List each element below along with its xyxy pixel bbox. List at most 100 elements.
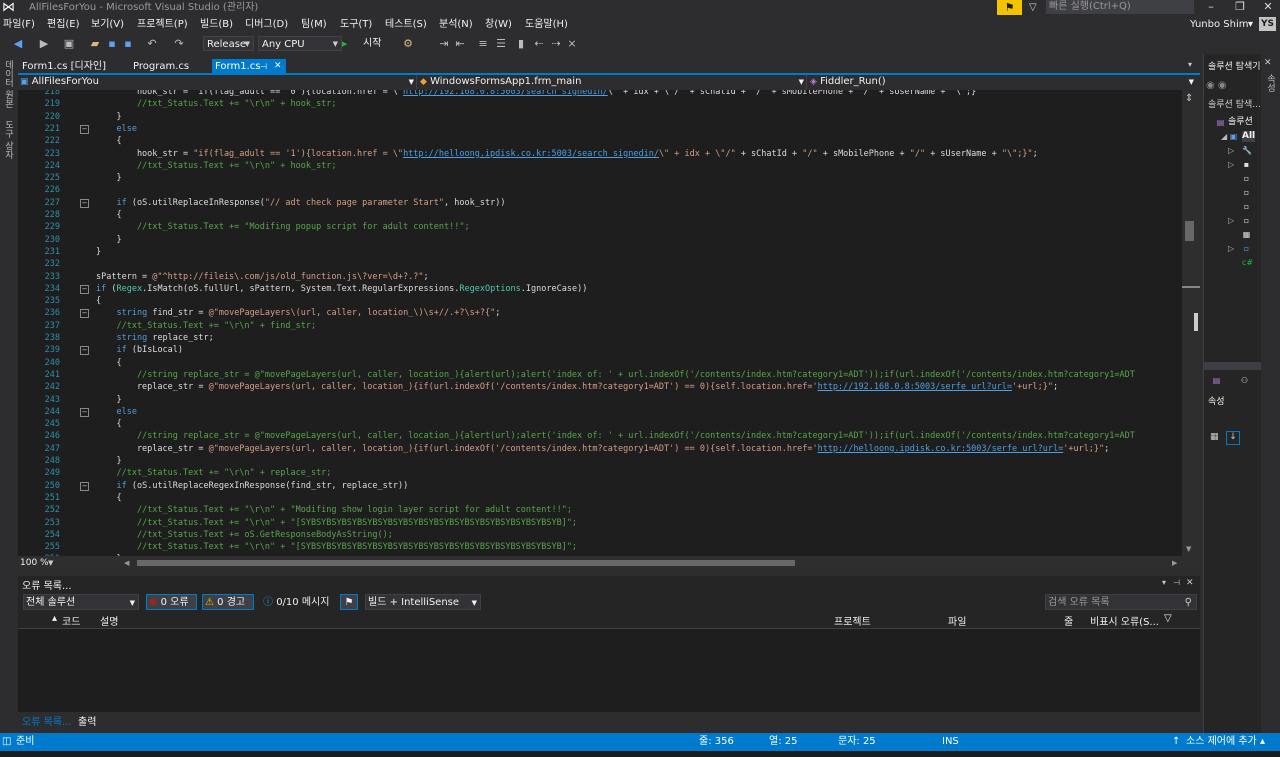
- code-line[interactable]: {: [96, 357, 121, 369]
- panel-pin-icon[interactable]: ⊣: [1173, 578, 1180, 587]
- solution-explorer-tab[interactable]: 솔루션 탐색기: [1208, 62, 1261, 73]
- zoom-level[interactable]: 100 %: [20, 558, 49, 568]
- error-list-grid[interactable]: [18, 628, 1200, 713]
- config-select[interactable]: Release ▼: [203, 36, 254, 51]
- fold-toggle-icon[interactable]: −: [80, 481, 89, 491]
- solution-node[interactable]: 솔루션: [1228, 117, 1253, 128]
- tab-program[interactable]: Program.cs: [133, 59, 203, 74]
- code-line[interactable]: }: [96, 455, 121, 467]
- team-explorer-icon[interactable]: ⚇: [1240, 376, 1249, 385]
- step-over-icon[interactable]: ⇤: [453, 37, 467, 51]
- scroll-down-icon[interactable]: ▼: [1186, 545, 1191, 553]
- column-file[interactable]: 파일: [948, 613, 966, 628]
- code-line[interactable]: //txt_Status.Text += "\r\n" + "[SYBSYBSY…: [96, 541, 577, 553]
- alphabetical-icon[interactable]: ↓: [1226, 431, 1240, 445]
- code-line[interactable]: //string replace_str = @"movePageLayers(…: [96, 430, 1135, 442]
- code-line[interactable]: {: [96, 418, 121, 430]
- code-line[interactable]: if (Regex.IsMatch(oS.fullUrl, sPattern, …: [96, 283, 587, 295]
- code-line[interactable]: //txt_Status.Text += "\r\n" + "[SYBSYBSY…: [96, 517, 577, 529]
- solution-hscrollbar[interactable]: [1204, 362, 1261, 370]
- code-line[interactable]: {: [96, 295, 101, 307]
- menu-tools[interactable]: 도구(T): [340, 17, 372, 32]
- code-line[interactable]: //string replace_str = @"movePageLayers(…: [96, 369, 1135, 381]
- tab-error-list[interactable]: 오류 목록...: [22, 713, 72, 728]
- categorized-icon[interactable]: ▦: [1210, 432, 1222, 444]
- platform-select[interactable]: Any CPU ▼: [258, 36, 342, 51]
- minimize-icon[interactable]: –: [1200, 0, 1222, 15]
- collapse-arrow-icon[interactable]: ▷: [1228, 146, 1234, 155]
- menu-edit[interactable]: 편집(E): [47, 17, 80, 32]
- chevron-down-icon[interactable]: ▼: [48, 559, 53, 567]
- scope-select[interactable]: 전체 솔루션 ▼: [23, 594, 139, 610]
- project-node[interactable]: All: [1242, 131, 1256, 142]
- column-description[interactable]: 설명: [100, 613, 118, 628]
- close-icon[interactable]: ✕: [1264, 58, 1272, 68]
- panel-menu-icon[interactable]: ▾: [1162, 578, 1166, 587]
- menu-debug[interactable]: 디버그(D): [245, 17, 288, 32]
- messages-filter-button[interactable]: ⓘ 0/10 메시지: [260, 594, 334, 610]
- fold-toggle-icon[interactable]: −: [80, 284, 89, 294]
- tab-form1-designer[interactable]: Form1.cs [디자인]: [22, 59, 122, 74]
- column-line[interactable]: 줄: [1064, 613, 1073, 628]
- class-nav-select[interactable]: ◆ WindowsFormsApp1.frm_main ▼: [420, 75, 807, 89]
- scroll-right-icon[interactable]: ▶: [1172, 559, 1177, 567]
- code-line[interactable]: {: [96, 135, 121, 147]
- fold-toggle-icon[interactable]: −: [80, 124, 89, 134]
- menu-analyze[interactable]: 분석(N): [439, 17, 473, 32]
- error-search-input[interactable]: 검색 오류 목록 ⚲: [1045, 594, 1197, 610]
- code-line[interactable]: //txt_Status.Text += "\r\n" + hook_str;: [96, 98, 337, 110]
- quick-launch-input[interactable]: 빠른 실행(Ctrl+Q): [1046, 0, 1194, 14]
- code-line[interactable]: hook_str = "if(flag_adult == '1'){locati…: [96, 148, 1038, 160]
- column-project[interactable]: 프로젝트: [834, 613, 871, 628]
- redo-icon[interactable]: ↷: [172, 37, 186, 51]
- code-line[interactable]: }: [96, 246, 101, 258]
- code-line[interactable]: if (bIsLocal): [96, 344, 183, 356]
- filter-toggle-button[interactable]: ⚑: [340, 594, 358, 610]
- split-icon[interactable]: ⇕: [1185, 93, 1193, 104]
- save-all-icon[interactable]: ▪: [121, 37, 135, 51]
- code-line[interactable]: hook_str = "if(flag_adult == '0'){locati…: [96, 90, 981, 98]
- code-line[interactable]: //txt_Status.Text += "\r\n" + "Modifing …: [96, 504, 572, 516]
- outdent-icon[interactable]: ☰: [494, 37, 508, 51]
- project-nav-select[interactable]: ▣ AllFilesForYou ▼: [20, 75, 417, 89]
- code-line[interactable]: }: [96, 111, 121, 123]
- member-nav-select[interactable]: ◈ Fiddler_Run() ▼: [810, 75, 1196, 89]
- code-line[interactable]: //txt_Status.Text += "\r\n" + replace_st…: [96, 467, 331, 479]
- save-icon[interactable]: ▪: [105, 37, 119, 51]
- properties-side-tab[interactable]: 속성: [1264, 74, 1277, 92]
- flag-icon[interactable]: ⚑: [997, 0, 1022, 15]
- attach-icon[interactable]: ⚙: [401, 37, 415, 51]
- close-tab-icon[interactable]: ✕: [274, 59, 282, 74]
- tab-overflow-icon[interactable]: ▾: [1188, 60, 1192, 69]
- bookmark-icon[interactable]: ▮: [514, 37, 528, 51]
- chevron-up-icon[interactable]: ▴: [1260, 735, 1265, 749]
- code-line[interactable]: if (oS.utilReplaceInResponse("// adt che…: [96, 197, 505, 209]
- code-line[interactable]: string replace_str;: [96, 332, 213, 344]
- next-bookmark-icon[interactable]: ⇢: [549, 37, 563, 51]
- panel-close-icon[interactable]: ✕: [1186, 578, 1194, 588]
- code-line[interactable]: }: [96, 172, 121, 184]
- vertical-scroll-thumb[interactable]: [1185, 221, 1194, 241]
- warnings-filter-button[interactable]: ⚠ 0 경고: [202, 594, 254, 610]
- toolbox-tab[interactable]: 도구 상자: [2, 120, 15, 159]
- code-line[interactable]: {: [96, 492, 121, 504]
- code-line[interactable]: sPattern = @"^http://fileis\.com/js/old_…: [96, 271, 429, 283]
- solution-view-icon[interactable]: ▤: [1212, 376, 1221, 385]
- tab-form1-active[interactable]: Form1.cs ⊣ ✕: [212, 59, 286, 74]
- menu-team[interactable]: 팀(M): [301, 17, 327, 32]
- code-editor[interactable]: 218 219 220 221 222 223 224 225 226 227 228 229 230 2…: [18, 90, 1182, 556]
- errors-filter-button[interactable]: ⊗ 0 오류: [146, 594, 197, 610]
- menu-window[interactable]: 창(W): [485, 17, 512, 32]
- user-name[interactable]: Yunbo Shim: [1190, 17, 1249, 32]
- fold-toggle-icon[interactable]: −: [80, 407, 89, 417]
- fold-toggle-icon[interactable]: −: [80, 309, 89, 319]
- avatar[interactable]: YS: [1259, 17, 1276, 31]
- code-line[interactable]: replace_str = @"movePageLayers(url, call…: [96, 443, 1109, 455]
- code-line[interactable]: //txt_Status.Text += "Modifing popup scr…: [96, 221, 470, 233]
- code-line[interactable]: //txt_Status.Text += oS.GetResponseBodyA…: [96, 529, 393, 541]
- undo-icon[interactable]: ↶: [145, 37, 159, 51]
- collapse-arrow-icon[interactable]: ▷: [1228, 216, 1234, 225]
- format-icon[interactable]: ≡: [476, 37, 490, 51]
- menu-test[interactable]: 테스트(S): [385, 17, 427, 32]
- code-line[interactable]: //txt_Status.Text += "\r\n" + find_str;: [96, 320, 316, 332]
